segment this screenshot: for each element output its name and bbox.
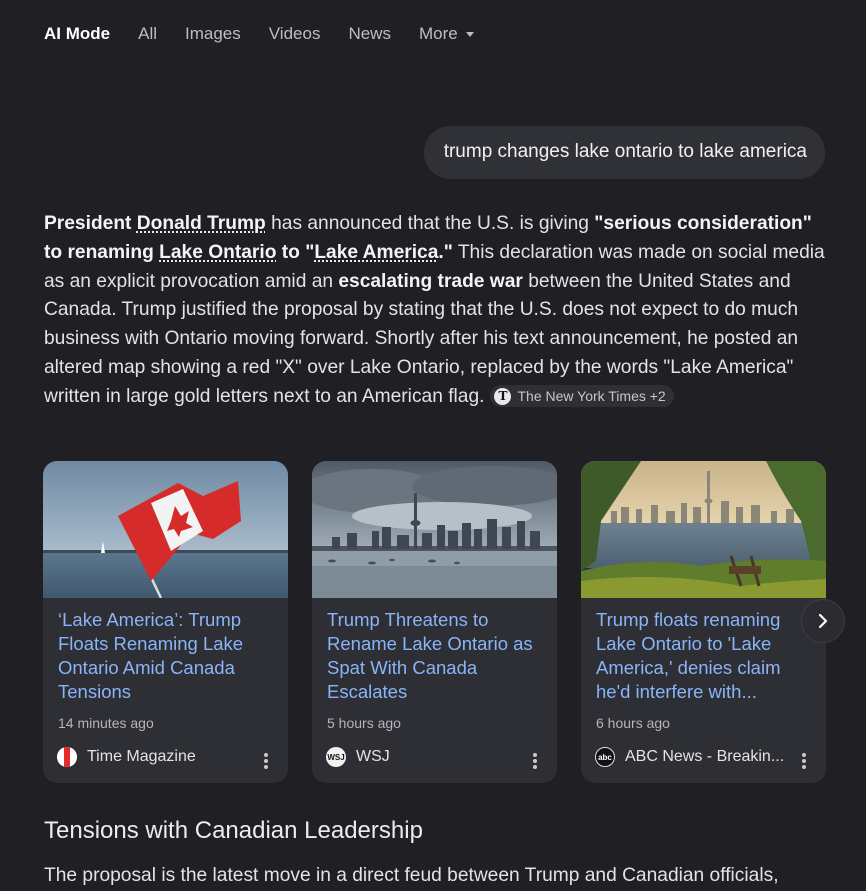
carousel-next-button[interactable]: [801, 599, 845, 643]
card-source: Time Magazine: [57, 747, 196, 767]
tab-ai-mode[interactable]: AI Mode: [44, 22, 110, 46]
lake-ontario-link[interactable]: Lake Ontario: [159, 242, 276, 263]
tab-all[interactable]: All: [138, 22, 157, 46]
more-options-icon[interactable]: [802, 753, 806, 769]
canada-flag-thumbnail: [43, 461, 288, 598]
news-card[interactable]: Trump Threatens to Rename Lake Ontario a…: [312, 461, 557, 783]
card-time: 5 hours ago: [327, 715, 401, 731]
lake-ontario-sunset-thumbnail: [581, 461, 826, 598]
more-options-icon[interactable]: [533, 753, 537, 769]
caret-down-icon: [465, 32, 474, 38]
time-magazine-logo-icon: [57, 747, 77, 767]
news-card[interactable]: Trump floats renaming Lake Ontario to 'L…: [581, 461, 826, 783]
card-source-name: Time Magazine: [87, 748, 196, 765]
news-card[interactable]: ‘Lake America’: Trump Floats Renaming La…: [43, 461, 288, 783]
toronto-skyline-thumbnail: [312, 461, 557, 598]
wsj-logo-icon: WSJ: [326, 747, 346, 767]
card-time: 6 hours ago: [596, 715, 670, 731]
answer-text-1: President: [44, 213, 137, 234]
chevron-right-icon: [818, 613, 828, 629]
answer-text-10: escalating trade war: [338, 270, 523, 292]
ai-answer-text: President Donald Trump has announced tha…: [44, 210, 829, 412]
tab-more[interactable]: More: [419, 22, 474, 46]
tab-images[interactable]: Images: [185, 22, 241, 46]
answer-text-3: has announced that the U.S. is giving: [265, 213, 595, 234]
section-paragraph: The proposal is the latest move in a dir…: [44, 865, 779, 886]
card-source: WSJ WSJ: [326, 747, 390, 767]
card-source: abc ABC News - Breakin...: [595, 747, 784, 767]
abc-news-logo-icon: abc: [595, 747, 615, 767]
search-tabs: AI Mode All Images Videos News More: [44, 22, 502, 46]
donald-trump-link[interactable]: Donald Trump: [137, 213, 266, 234]
source-chip-label: The New York Times +2: [517, 388, 666, 405]
card-time: 14 minutes ago: [58, 715, 154, 731]
user-query-bubble: trump changes lake ontario to lake ameri…: [423, 126, 825, 179]
nyt-logo-icon: T: [494, 387, 512, 405]
card-source-name: WSJ: [356, 748, 390, 765]
tab-more-label: More: [418, 24, 458, 43]
answer-text-6: to ": [276, 241, 315, 263]
card-title[interactable]: ‘Lake America’: Trump Floats Renaming La…: [58, 608, 278, 704]
tab-videos[interactable]: Videos: [269, 22, 321, 46]
card-source-name: ABC News - Breakin...: [625, 748, 785, 765]
card-title[interactable]: Trump Threatens to Rename Lake Ontario a…: [327, 608, 547, 704]
section-heading: Tensions with Canadian Leadership: [44, 817, 423, 844]
more-options-icon[interactable]: [264, 753, 268, 769]
tab-news[interactable]: News: [348, 22, 391, 46]
answer-text-8: .": [438, 241, 453, 263]
card-title[interactable]: Trump floats renaming Lake Ontario to 'L…: [596, 608, 816, 704]
source-chip[interactable]: T The New York Times +2: [490, 385, 674, 408]
lake-america-link[interactable]: Lake America: [314, 242, 438, 263]
